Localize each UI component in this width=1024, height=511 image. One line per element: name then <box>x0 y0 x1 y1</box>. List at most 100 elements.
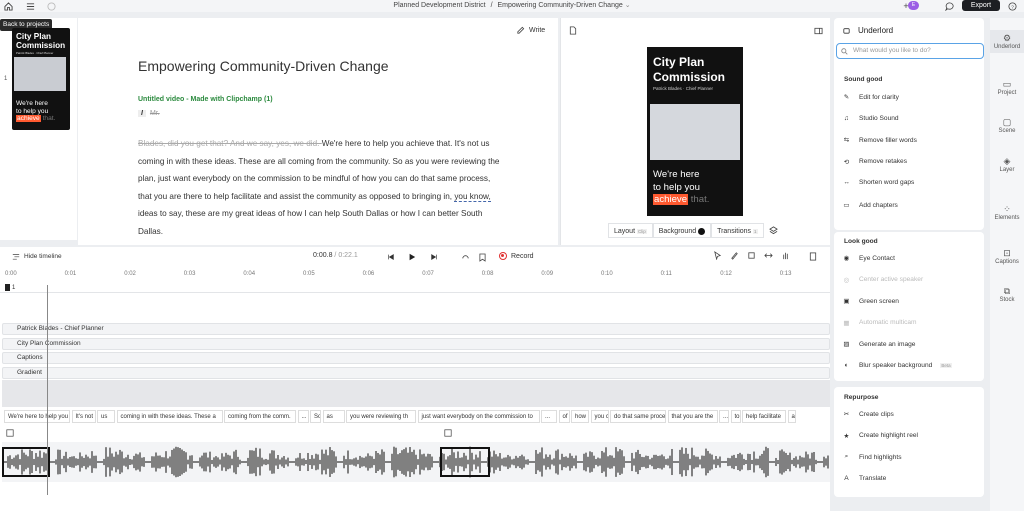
document-icon[interactable] <box>568 26 577 35</box>
skip-back-icon[interactable] <box>385 251 397 263</box>
gradient-clip[interactable] <box>2 380 830 407</box>
breadcrumb-project[interactable]: Planned Development District <box>393 2 485 9</box>
right-rail: ⚙ Underlord ▭ Project ▢ Scene ◈ Layer ⁘ Elements ⊡… <box>990 18 1024 511</box>
caption-clip[interactable]: that you are the <box>667 410 718 423</box>
caption-clip[interactable]: coming in with these ideas. These a <box>116 410 223 423</box>
action-blur-speaker-background[interactable]: ◐ Blur speaker background Beta <box>842 362 952 369</box>
action-add-chapters[interactable]: ▭ Add chapters <box>842 201 898 210</box>
breadcrumb-document[interactable]: Empowering Community-Driven Change <box>497 2 622 9</box>
rail-underlord[interactable]: ⚙ Underlord <box>990 30 1024 53</box>
hand-icon[interactable] <box>781 251 790 260</box>
action-edit-for-clarity[interactable]: ✎ Edit for clarity <box>842 93 899 102</box>
chevron-down-icon[interactable]: ⌄ <box>625 2 631 9</box>
preview-screenshot <box>650 104 740 160</box>
comment-icon[interactable] <box>944 1 954 11</box>
track-speaker[interactable]: Patrick Blades - Chief Planner <box>2 323 830 335</box>
speaker-label[interactable]: I Mr. <box>138 110 160 117</box>
caption-clip[interactable]: of <box>558 410 570 423</box>
filler-word[interactable]: you know, <box>454 191 491 202</box>
caption-clip[interactable]: you were reviewing th <box>346 410 416 423</box>
rail-project[interactable]: ▭ Project <box>990 79 1024 96</box>
action-label: Find highlights <box>859 453 902 461</box>
rail-stock[interactable]: ⧉ Stock <box>990 286 1024 303</box>
write-label: Write <box>529 27 546 34</box>
pencil-icon <box>517 26 525 34</box>
audio-waveform[interactable] <box>2 442 830 482</box>
caption-clip[interactable]: So <box>310 410 321 423</box>
caption-clip[interactable]: ... <box>541 410 557 423</box>
action-green-screen[interactable]: ▣ Green screen <box>842 297 899 306</box>
play-icon[interactable] <box>406 251 418 263</box>
layout-button[interactable]: Layout Clip <box>608 223 653 238</box>
export-button[interactable]: Export <box>962 0 1000 11</box>
skip-forward-icon[interactable] <box>428 251 440 263</box>
pointer-icon[interactable] <box>713 251 722 260</box>
rail-elements[interactable]: ⁘ Elements <box>990 204 1024 221</box>
video-preview[interactable]: City Plan Commission Patrick Blades · Ch… <box>647 47 743 216</box>
track-title[interactable]: City Plan Commission <box>2 338 830 350</box>
crop-icon[interactable] <box>747 251 756 260</box>
caption-clip[interactable]: ... <box>719 410 729 423</box>
search-input[interactable]: What would you like to do? <box>836 43 984 59</box>
background-button[interactable]: Background <box>652 223 712 238</box>
caption-clip[interactable]: us <box>97 410 115 423</box>
action-generate-an-image[interactable]: ▨ Generate an image <box>842 340 916 349</box>
caption-clip[interactable]: help facilitate <box>742 410 786 423</box>
caption-clip[interactable]: how <box>571 410 589 423</box>
caption-clip[interactable]: coming from the comm. <box>224 410 296 423</box>
rail-scene[interactable]: ▢ Scene <box>990 117 1024 134</box>
remove-retakes-icon: ⟲ <box>843 158 850 166</box>
caption-clip[interactable]: just want everybody on the commission to <box>417 410 540 423</box>
action-remove-filler-words[interactable]: ⇆ Remove filler words <box>842 136 917 145</box>
caption-clip[interactable]: ... <box>297 410 309 423</box>
rail-label: Layer <box>999 167 1015 173</box>
timeline-settings-icon[interactable] <box>808 251 818 261</box>
ruler-tick: 0:02 <box>124 271 136 277</box>
action-label: Add chapters <box>859 201 898 209</box>
rail-layer[interactable]: ◈ Layer <box>990 156 1024 173</box>
collapse-panel-icon[interactable] <box>814 26 823 35</box>
hide-timeline-button[interactable]: Hide timeline <box>12 252 62 260</box>
avatar[interactable]: E <box>908 1 919 10</box>
caption-clip[interactable]: a <box>787 410 796 423</box>
transitions-button[interactable]: Transitions 1 <box>711 223 764 238</box>
caption-clip[interactable]: as <box>322 410 345 423</box>
page-title[interactable]: Empowering Community-Driven Change <box>138 58 389 74</box>
action-create-highlight-reel[interactable]: ★ Create highlight reel <box>842 432 918 440</box>
transcript-text[interactable]: Blades, did you get that? And we say, ye… <box>138 135 506 241</box>
action-shorten-word-gaps[interactable]: ↔ Shorten word gaps <box>842 179 914 186</box>
draw-icon[interactable] <box>730 251 739 260</box>
action-studio-sound[interactable]: ♫ Studio Sound <box>842 115 899 122</box>
action-remove-retakes[interactable]: ⟲ Remove retakes <box>842 158 907 166</box>
write-button[interactable]: Write <box>516 26 545 35</box>
track-gradient[interactable]: Gradient <box>2 367 830 379</box>
layers-icon[interactable] <box>768 225 779 236</box>
record-button[interactable]: Record <box>499 252 534 260</box>
caption-clip[interactable]: It's not <box>71 410 96 423</box>
fit-icon[interactable] <box>764 251 773 260</box>
caption-clip[interactable]: you c <box>590 410 609 423</box>
playhead[interactable] <box>47 285 48 495</box>
rail-captions[interactable]: ⊡ Captions <box>990 248 1024 265</box>
track-captions[interactable]: Captions <box>2 352 830 364</box>
action-create-clips[interactable]: ✂ Create clips <box>842 410 894 419</box>
help-icon[interactable]: ? <box>1007 1 1017 11</box>
action-eye-contact[interactable]: ◉ Eye Contact <box>842 254 895 263</box>
caption-clip[interactable]: do that same proces <box>610 410 666 423</box>
repurpose-card: Repurpose ✂ Create clips ★ Create highlight … <box>834 387 984 497</box>
video-subtitle[interactable]: Untitled video - Made with Clipchamp (1) <box>138 96 273 103</box>
bookmark-icon[interactable] <box>476 251 488 263</box>
action-translate[interactable]: A Translate <box>842 475 886 482</box>
loop-icon[interactable] <box>459 251 471 263</box>
rail-label: Captions <box>995 259 1019 265</box>
action-label: Generate an image <box>859 340 916 348</box>
action-label: Create clips <box>859 410 894 418</box>
rail-label: Scene <box>998 128 1016 134</box>
caption-clip[interactable]: to <box>730 410 741 423</box>
action-center-active-speaker[interactable]: ◎ Center active speaker <box>842 276 924 284</box>
action-find-highlights[interactable]: ⌕ Find highlights <box>842 453 902 461</box>
time-ruler[interactable]: 0:00 0:01 0:02 0:03 0:04 0:05 0:06 0:07 0:08 0:09… <box>0 269 830 281</box>
scene-thumbnail[interactable]: City Plan Commission Patrick Blades · Ch… <box>12 28 70 130</box>
action-automatic-multicam[interactable]: ▦ Automatic multicam <box>842 319 916 327</box>
caption-clip[interactable]: We're here to help you achiev <box>4 410 70 423</box>
